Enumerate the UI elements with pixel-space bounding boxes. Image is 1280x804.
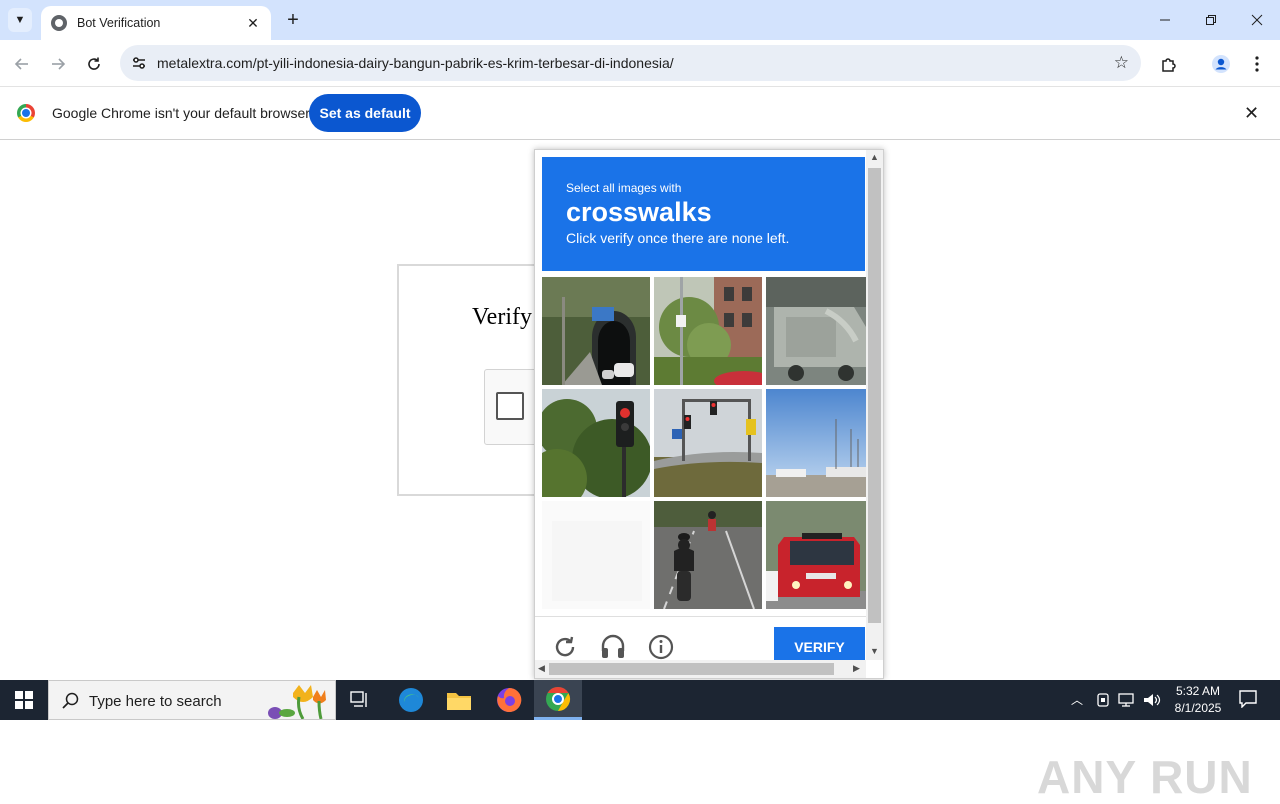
folder-icon bbox=[447, 693, 471, 710]
infobar-message: Google Chrome isn't your default browser bbox=[52, 105, 310, 121]
captcha-tile-motorcycle[interactable] bbox=[654, 501, 762, 609]
captcha-tile-harbor[interactable] bbox=[766, 389, 874, 497]
reload-icon bbox=[88, 57, 100, 70]
headphones-icon bbox=[601, 634, 625, 658]
chrome-logo-icon bbox=[17, 104, 35, 122]
taskbar-file-explorer[interactable] bbox=[435, 680, 483, 720]
scroll-left-arrow-icon[interactable]: ◀ bbox=[538, 663, 545, 674]
chrome-icon bbox=[546, 686, 571, 711]
tulip-decoration-icon bbox=[268, 685, 326, 719]
taskbar-chrome[interactable] bbox=[534, 680, 582, 720]
refresh-icon bbox=[555, 636, 575, 657]
url-text: metalextra.com/pt-yili-indonesia-dairy-b… bbox=[157, 55, 674, 71]
tab-strip: ▼ Bot Verification ✕ + bbox=[0, 0, 1280, 40]
windows-logo-icon bbox=[15, 691, 33, 709]
chevron-down-icon: ▼ bbox=[14, 14, 26, 26]
horizontal-scroll-thumb[interactable] bbox=[549, 663, 834, 675]
captcha-header: Select all images with crosswalks Click … bbox=[542, 157, 865, 271]
notification-center-icon[interactable] bbox=[1239, 690, 1257, 708]
captcha-tile-tunnel[interactable] bbox=[542, 277, 650, 385]
extensions-icon[interactable] bbox=[1157, 52, 1181, 76]
captcha-horizontal-scrollbar[interactable]: ◀ ▶ bbox=[535, 660, 866, 678]
captcha-tile-road-signals[interactable] bbox=[654, 389, 762, 497]
captcha-tile-blank[interactable] bbox=[542, 501, 650, 609]
restore-icon bbox=[1206, 15, 1216, 25]
captcha-target-word: crosswalks bbox=[566, 197, 712, 227]
windows-taskbar: Type here to search ︿ 5:32 AM 8/1/2025 bbox=[0, 680, 1280, 720]
tray-clock[interactable]: 5:32 AM 8/1/2025 bbox=[1168, 683, 1228, 717]
taskbar-search-box[interactable]: Type here to search bbox=[48, 680, 336, 720]
arrow-right-icon bbox=[52, 58, 66, 70]
captcha-refresh-button[interactable] bbox=[552, 634, 578, 660]
tab-title: Bot Verification bbox=[77, 16, 161, 30]
edge-icon bbox=[399, 688, 423, 712]
forward-button[interactable] bbox=[46, 52, 70, 76]
captcha-tile-red-bus[interactable] bbox=[766, 501, 874, 609]
tray-date: 8/1/2025 bbox=[1174, 701, 1222, 715]
page-favicon-icon bbox=[51, 15, 67, 31]
default-browser-infobar: Google Chrome isn't your default browser… bbox=[0, 87, 1280, 140]
menu-kebab-icon[interactable] bbox=[1245, 52, 1269, 76]
captcha-instruction-post: Click verify once there are none left. bbox=[566, 230, 790, 246]
captcha-vertical-scrollbar[interactable]: ▲ ▼ bbox=[866, 150, 883, 660]
tab-close-icon[interactable]: ✕ bbox=[245, 15, 261, 32]
restore-button[interactable] bbox=[1188, 0, 1234, 40]
browser-toolbar: metalextra.com/pt-yili-indonesia-dairy-b… bbox=[0, 40, 1280, 87]
captcha-challenge-popup: Select all images with crosswalks Click … bbox=[534, 149, 884, 679]
captcha-instruction-pre: Select all images with bbox=[566, 181, 682, 195]
taskbar-edge[interactable] bbox=[387, 680, 435, 720]
scroll-down-arrow-icon[interactable]: ▼ bbox=[870, 646, 879, 656]
captcha-audio-button[interactable] bbox=[600, 634, 626, 660]
new-tab-button[interactable]: + bbox=[282, 8, 304, 32]
tray-network-icon[interactable] bbox=[1118, 693, 1136, 707]
task-view-button[interactable] bbox=[336, 680, 384, 720]
captcha-info-button[interactable] bbox=[648, 634, 674, 660]
verify-checkbox[interactable] bbox=[496, 392, 524, 420]
minimize-button[interactable] bbox=[1142, 0, 1188, 40]
task-view-icon bbox=[350, 691, 367, 707]
captcha-footer-divider bbox=[535, 616, 866, 617]
firefox-icon bbox=[497, 687, 522, 712]
start-button[interactable] bbox=[0, 680, 48, 720]
vertical-scroll-thumb[interactable] bbox=[868, 168, 881, 623]
tray-volume-icon[interactable] bbox=[1143, 692, 1161, 708]
profile-avatar-icon[interactable] bbox=[1209, 52, 1233, 76]
info-icon bbox=[648, 634, 674, 660]
site-info-icon[interactable] bbox=[130, 54, 148, 72]
captcha-tile-traffic-light-trees[interactable] bbox=[542, 389, 650, 497]
scroll-up-arrow-icon[interactable]: ▲ bbox=[870, 152, 879, 162]
tray-meet-icon[interactable] bbox=[1096, 692, 1110, 708]
set-as-default-button[interactable]: Set as default bbox=[309, 94, 421, 132]
tray-chevron-up-icon[interactable]: ︿ bbox=[1071, 691, 1083, 708]
infobar-close-icon[interactable]: ✕ bbox=[1244, 103, 1259, 124]
scroll-right-arrow-icon[interactable]: ▶ bbox=[853, 663, 860, 674]
watermark-logo: ANY RUN bbox=[1037, 751, 1253, 803]
search-icon bbox=[62, 692, 79, 709]
search-placeholder: Type here to search bbox=[89, 693, 222, 710]
verify-title: Verify bbox=[472, 304, 532, 330]
close-icon bbox=[1251, 14, 1263, 26]
close-window-button[interactable] bbox=[1234, 0, 1280, 40]
captcha-tile-garbage-truck[interactable] bbox=[766, 277, 874, 385]
bookmark-star-icon[interactable]: ☆ bbox=[1114, 53, 1129, 73]
taskbar-firefox[interactable] bbox=[485, 680, 533, 720]
reload-button[interactable] bbox=[82, 52, 106, 76]
captcha-tile-street-trees[interactable] bbox=[654, 277, 762, 385]
tab-bot-verification[interactable]: Bot Verification ✕ bbox=[41, 6, 271, 40]
arrow-left-icon bbox=[14, 58, 28, 70]
minimize-icon bbox=[1160, 19, 1170, 21]
address-bar[interactable]: metalextra.com/pt-yili-indonesia-dairy-b… bbox=[120, 45, 1141, 81]
tab-search-button[interactable]: ▼ bbox=[8, 8, 32, 32]
back-button[interactable] bbox=[10, 52, 34, 76]
tray-time: 5:32 AM bbox=[1175, 684, 1221, 698]
